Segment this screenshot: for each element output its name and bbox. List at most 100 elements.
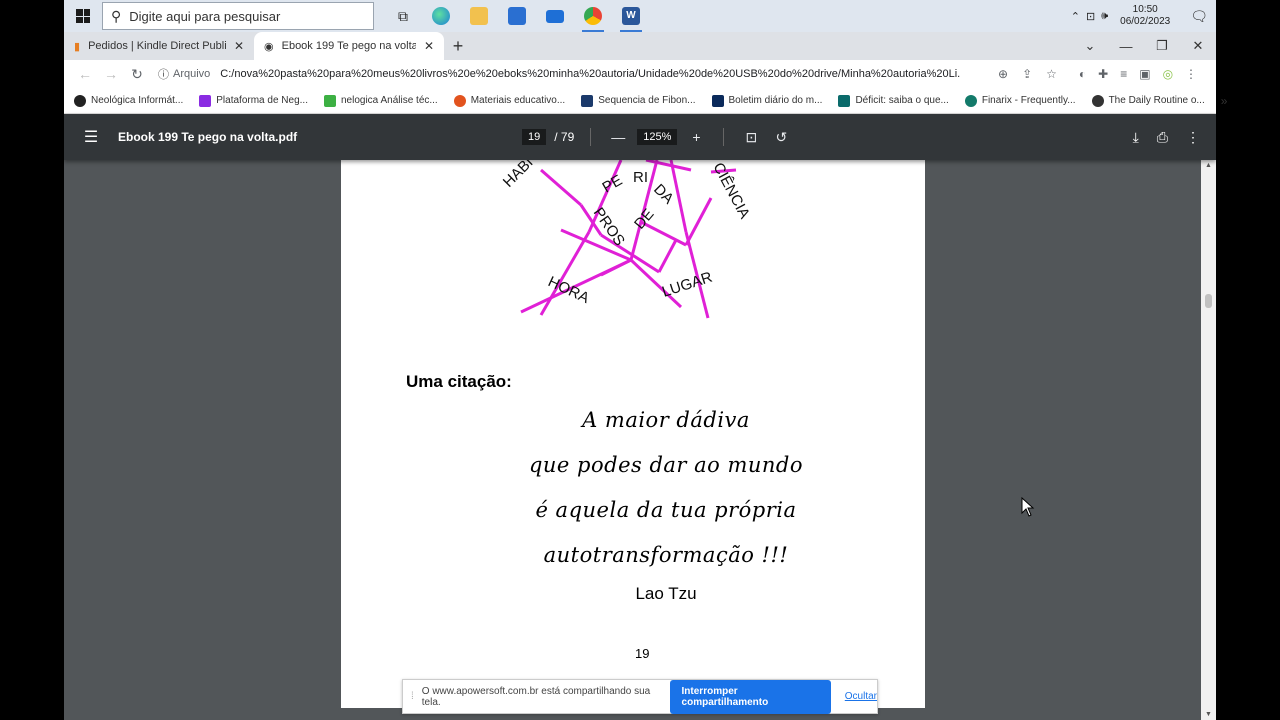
more-options-icon[interactable]: ⋮ [1186,129,1200,146]
hamburger-menu-icon[interactable]: ☰ [64,127,118,147]
scrollbar[interactable]: ▲ ▼ [1201,160,1216,720]
omnibox-label: Arquivo [173,68,211,80]
close-window-button[interactable]: ✕ [1180,38,1216,54]
restore-button[interactable]: ❐ [1144,38,1180,54]
url-text[interactable]: C:/nova%20pasta%20para%20meus%20livros%2… [220,68,960,80]
close-icon[interactable]: ✕ [424,39,434,53]
left-letterbox [0,0,64,720]
start-button[interactable] [64,0,102,32]
notifications-icon[interactable]: 🗨 [1190,8,1208,25]
zoom-out-button[interactable]: — [607,129,629,145]
bookmark-item[interactable]: Boletim diário do m... [711,94,822,107]
pdf-page-controls: 19 / 79 — 125% + ⊡ ↺ [522,128,792,146]
bookmark-icon [964,94,977,107]
search-placeholder: Digite aqui para pesquisar [129,8,281,24]
omnibox[interactable]: ⓘ Arquivo C:/nova%20pasta%20para%20meus%… [158,66,988,82]
windows-logo-icon [76,9,90,23]
quote-author: Lao Tzu [635,584,697,603]
scroll-up-icon[interactable]: ▲ [1205,162,1212,169]
profile-icon[interactable]: ◎ [1163,67,1173,81]
scroll-down-icon[interactable]: ▼ [1205,711,1212,718]
star-line [645,160,692,172]
bookmark-item[interactable]: Plataforma de Neg... [199,94,308,107]
tab-pdf[interactable]: ◉ Ebook 199 Te pego na volta.pdf ✕ [254,32,444,60]
star-word: LUGAR [660,269,715,301]
side-panel-icon[interactable]: ▣ [1139,67,1150,81]
zoom-icon[interactable]: ⊕ [998,67,1008,81]
task-view-button[interactable]: ⧉ [384,0,422,32]
pdf-page: HABI PE RI DA CIÊNCIA PROS DE HORA LUGAR… [341,160,925,708]
bookmark-icon [453,94,466,107]
back-button[interactable]: ← [72,66,98,82]
page-total: / 79 [554,130,575,144]
system-tray: ⌃ ⊡ 🕪 10:50 06/02/2023 🗨 [1071,4,1216,28]
star-word: HABI [500,160,537,191]
clock[interactable]: 10:50 06/02/2023 [1120,4,1170,28]
close-icon[interactable]: ✕ [234,39,244,53]
taskbar-apps: ⧉ W [384,0,650,32]
chevron-up-icon[interactable]: ⌃ [1071,10,1080,23]
bookmark-item[interactable]: Déficit: saiba o que... [838,94,949,107]
bookmark-item[interactable]: Sequencia de Fibon... [581,94,696,107]
page-number-input[interactable]: 19 [522,129,547,145]
scroll-thumb[interactable] [1205,294,1212,308]
minimize-button[interactable]: — [1108,39,1144,54]
file-explorer-button[interactable] [460,0,498,32]
drag-handle-icon[interactable]: ⁞ [411,691,414,702]
star-word: DA [650,181,677,208]
download-icon[interactable]: ⤓ [1133,129,1139,146]
pdf-actions: ⤓ ⎙ ⋮ [1133,129,1200,146]
print-icon[interactable]: ⎙ [1157,129,1168,146]
bookmark-icon [838,94,851,107]
forward-button[interactable]: → [98,66,124,82]
screen-share-bar: ⁞ O www.apowersoft.com.br está compartil… [402,679,878,714]
share-icon[interactable]: ⇪ [1022,67,1032,81]
bar-chart-icon: ▮ [74,40,81,53]
star-diagram: HABI PE RI DA CIÊNCIA PROS DE HORA LUGAR [500,160,753,319]
tab-kindle[interactable]: ▮ Pedidos | Kindle Direct Publishing ✕ [64,32,254,60]
bookmark-item[interactable]: Neológica Informát... [74,94,183,107]
quote-line: autotransformação !!! [543,543,789,567]
taskbar-search[interactable]: ⚲ Digite aqui para pesquisar [102,2,374,30]
store-icon [508,7,526,25]
star-line [657,239,678,273]
chevron-down-icon[interactable]: ⌄ [1072,38,1108,54]
page-number: 19 [635,646,650,661]
pdf-toolbar: ☰ Ebook 199 Te pego na volta.pdf 19 / 79… [64,114,1216,160]
pdf-viewer[interactable]: HABI PE RI DA CIÊNCIA PROS DE HORA LUGAR… [64,160,1201,720]
word-button[interactable]: W [612,0,650,32]
network-icon[interactable]: ⊡ [1086,10,1095,23]
more-bookmarks-icon[interactable]: » [1221,94,1228,108]
pdf-title: Ebook 199 Te pego na volta.pdf [118,130,298,144]
bookmark-icon [581,94,594,107]
menu-icon[interactable]: ⋮ [1185,67,1197,81]
share-message: O www.apowersoft.com.br está compartilha… [421,685,651,708]
mail-button[interactable] [536,0,574,32]
windows-taskbar: ⚲ Digite aqui para pesquisar ⧉ W ⌃ ⊡ 🕪 1… [64,0,1216,32]
volume-icon[interactable]: 🕪 [1101,10,1108,23]
new-tab-button[interactable]: + [444,32,472,60]
hide-link[interactable]: Ocultar [845,691,877,702]
stop-sharing-button[interactable]: Interromper compartilhamento [669,679,831,714]
quote-line: A maior dádiva [582,408,750,432]
zoom-input[interactable]: 125% [637,129,678,145]
divider [590,128,592,146]
edge-button[interactable] [422,0,460,32]
bookmark-item[interactable]: Finarix - Frequently... [964,94,1076,107]
star-icon[interactable]: ☆ [1046,67,1057,81]
star-line [540,168,582,207]
rotate-icon[interactable]: ↺ [770,129,792,146]
store-button[interactable] [498,0,536,32]
bookmark-item[interactable]: nelogica Análise téc... [323,94,438,107]
tab-title: Ebook 199 Te pego na volta.pdf [281,40,416,52]
puzzle-icon[interactable]: ✚ [1098,67,1108,81]
reload-button[interactable]: ↻ [124,66,150,83]
bookmark-item[interactable]: The Daily Routine o... [1091,94,1205,107]
info-icon[interactable]: ⓘ [158,66,169,82]
extension-icon[interactable]: ◐ [1079,67,1086,81]
reading-list-icon[interactable]: ≡ [1120,67,1127,81]
zoom-in-button[interactable]: + [685,129,707,145]
bookmark-item[interactable]: Materiais educativo... [453,94,565,107]
fit-page-icon[interactable]: ⊡ [740,129,762,146]
chrome-button[interactable] [574,0,612,32]
